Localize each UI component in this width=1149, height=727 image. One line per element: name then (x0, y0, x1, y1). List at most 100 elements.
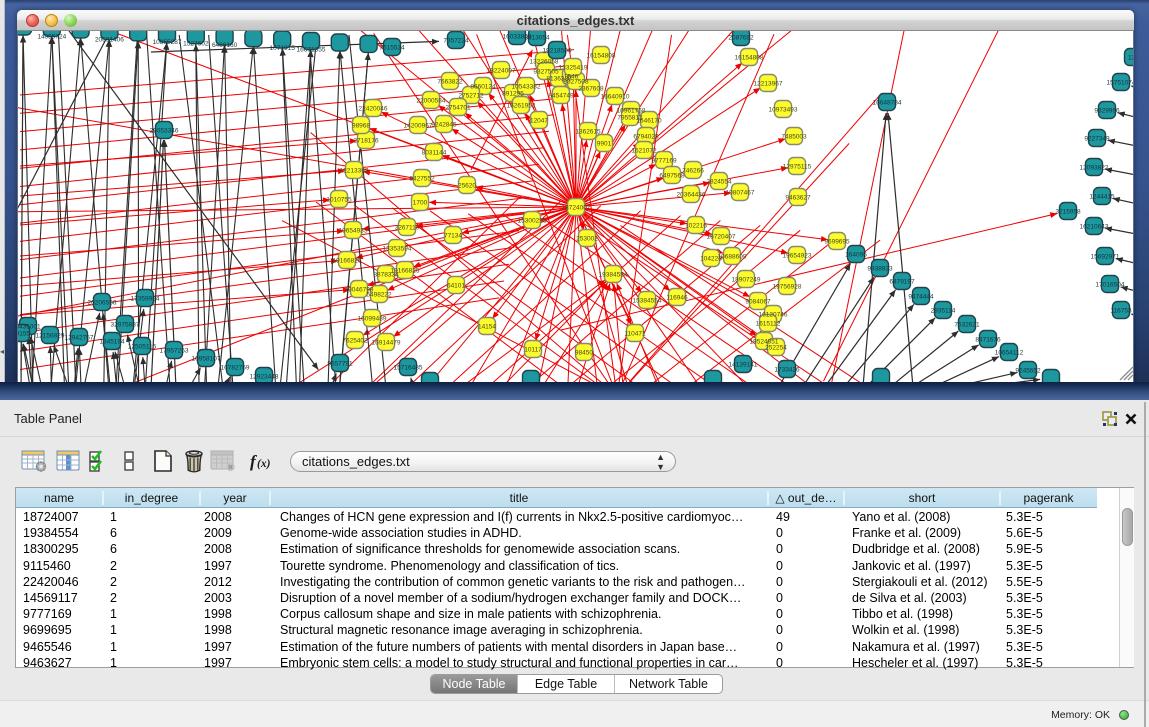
svg-text:9327505: 9327505 (533, 69, 559, 76)
svg-text:13226058: 13226058 (530, 59, 559, 66)
svg-text:16154808: 16154808 (735, 55, 764, 62)
svg-text:6466160: 6466160 (212, 42, 238, 49)
svg-text:14055724: 14055724 (37, 33, 66, 40)
svg-text:17957253: 17957253 (160, 348, 189, 355)
svg-text:1010755: 1010755 (326, 197, 352, 204)
svg-text:1362615: 1362615 (575, 129, 601, 136)
svg-text:19166825: 19166825 (333, 258, 362, 265)
svg-text:12213369: 12213369 (340, 168, 369, 175)
svg-text:102216: 102216 (685, 223, 707, 230)
svg-text:16648784: 16648784 (873, 100, 902, 107)
svg-text:10654112: 10654112 (995, 350, 1024, 357)
svg-text:14139141: 14139141 (729, 362, 758, 369)
svg-text:8471676: 8471676 (975, 337, 1001, 344)
svg-text:9327508: 9327508 (563, 79, 589, 86)
svg-text:116946: 116946 (666, 295, 688, 302)
svg-text:9084067: 9084067 (745, 299, 771, 306)
svg-text:98450: 98450 (575, 350, 593, 357)
svg-text:1244415: 1244415 (1089, 194, 1115, 201)
svg-text:891295: 891295 (502, 91, 524, 98)
svg-text:2367608: 2367608 (578, 86, 604, 93)
svg-text:1345194: 1345194 (99, 339, 125, 346)
svg-text:12213967: 12213967 (754, 81, 783, 88)
svg-text:39155: 39155 (18, 331, 30, 338)
svg-text:3267110: 3267110 (395, 225, 420, 232)
svg-text:17359924: 17359924 (131, 296, 160, 303)
svg-text:17016504: 17016504 (1096, 282, 1125, 289)
svg-text:8660124: 8660124 (470, 84, 496, 91)
svg-text:18724007: 18724007 (562, 205, 591, 212)
svg-text:8878334: 8878334 (373, 272, 399, 279)
svg-text:18224007: 18224007 (487, 68, 516, 75)
svg-text:25620: 25620 (458, 183, 476, 190)
svg-text:7663822: 7663822 (437, 79, 463, 86)
svg-text:111: 111 (1128, 55, 1134, 62)
svg-text:10688609: 10688609 (718, 254, 747, 261)
svg-text:9329966: 9329966 (1094, 108, 1120, 115)
svg-text:9463627: 9463627 (785, 195, 811, 202)
svg-text:1621072: 1621072 (631, 148, 657, 155)
svg-text:7515524: 7515524 (379, 45, 405, 52)
svg-text:16261952: 16261952 (507, 103, 536, 110)
svg-text:104223: 104223 (700, 256, 722, 263)
svg-text:12942757: 12942757 (65, 335, 94, 342)
svg-text:32975887: 32975887 (111, 322, 140, 329)
svg-text:3215958: 3215958 (1055, 209, 1081, 216)
svg-text:7955812: 7955812 (617, 115, 643, 122)
svg-text:19218506: 19218506 (543, 48, 572, 55)
svg-text:9427552: 9427552 (409, 176, 435, 183)
svg-text:10973493: 10973493 (769, 107, 798, 114)
svg-text:22000584: 22000584 (417, 98, 446, 105)
svg-text:10855287: 10855287 (153, 39, 182, 46)
svg-text:13325419: 13325419 (559, 65, 588, 72)
svg-text:7632621: 7632621 (954, 322, 980, 329)
svg-text:7485003: 7485003 (781, 134, 807, 141)
svg-text:8031144: 8031144 (422, 150, 447, 157)
svg-text:5498222: 5498222 (366, 292, 392, 299)
svg-text:1700: 1700 (413, 200, 428, 207)
svg-text:16961758: 16961758 (617, 108, 646, 115)
svg-text:9699695: 9699695 (824, 239, 850, 246)
svg-text:22420046: 22420046 (359, 106, 388, 113)
svg-text:8454749: 8454749 (548, 93, 574, 100)
svg-text:9245652: 9245652 (1015, 368, 1041, 375)
svg-text:16640910: 16640910 (601, 94, 630, 101)
svg-text:(x): (x) (257, 458, 271, 470)
svg-text:2754701: 2754701 (445, 105, 471, 112)
svg-text:9938923: 9938923 (867, 266, 893, 273)
svg-text:2718176: 2718176 (353, 138, 379, 145)
svg-text:13353594: 13353594 (383, 246, 412, 253)
svg-text:3435001: 3435001 (18, 324, 41, 331)
svg-text:16154808: 16154808 (587, 53, 616, 60)
svg-text:9242845: 9242845 (431, 122, 457, 129)
svg-text:15384554: 15384554 (633, 298, 662, 305)
svg-text:16914479: 16914479 (372, 340, 401, 347)
svg-text:12093822: 12093822 (1080, 165, 1109, 172)
svg-text:6794028: 6794028 (633, 134, 659, 141)
svg-text:7357224: 7357224 (443, 38, 469, 45)
svg-text:77134: 77134 (444, 233, 462, 240)
svg-text:29053346: 29053346 (150, 128, 179, 135)
svg-text:19756928: 19756928 (773, 284, 802, 291)
svg-text:20691406: 20691406 (95, 36, 124, 43)
svg-text:10958107: 10958107 (192, 356, 221, 363)
svg-text:1733426: 1733426 (774, 367, 800, 374)
svg-text:6479197: 6479197 (889, 279, 915, 286)
svg-text:16210643: 16210643 (1080, 224, 1109, 231)
svg-text:19384554: 19384554 (599, 272, 628, 279)
svg-text:110471: 110471 (624, 331, 646, 338)
svg-text:12923448: 12923448 (250, 374, 279, 381)
svg-text:9901: 9901 (597, 141, 612, 148)
svg-text:746266: 746266 (682, 168, 704, 175)
svg-text:252254: 252254 (765, 345, 787, 352)
svg-text:14200967: 14200967 (404, 123, 433, 130)
svg-text:12156829: 12156829 (36, 333, 65, 340)
svg-text:2087682: 2087682 (728, 35, 754, 42)
svg-text:10807467: 10807467 (726, 190, 755, 197)
svg-text:18907249: 18907249 (732, 277, 761, 284)
svg-text:164095: 164095 (845, 252, 867, 259)
svg-text:1527602: 1527602 (183, 41, 209, 48)
svg-text:12505115: 12505115 (128, 344, 157, 351)
svg-text:2935114: 2935114 (931, 308, 956, 315)
svg-text:64101: 64101 (447, 283, 465, 290)
